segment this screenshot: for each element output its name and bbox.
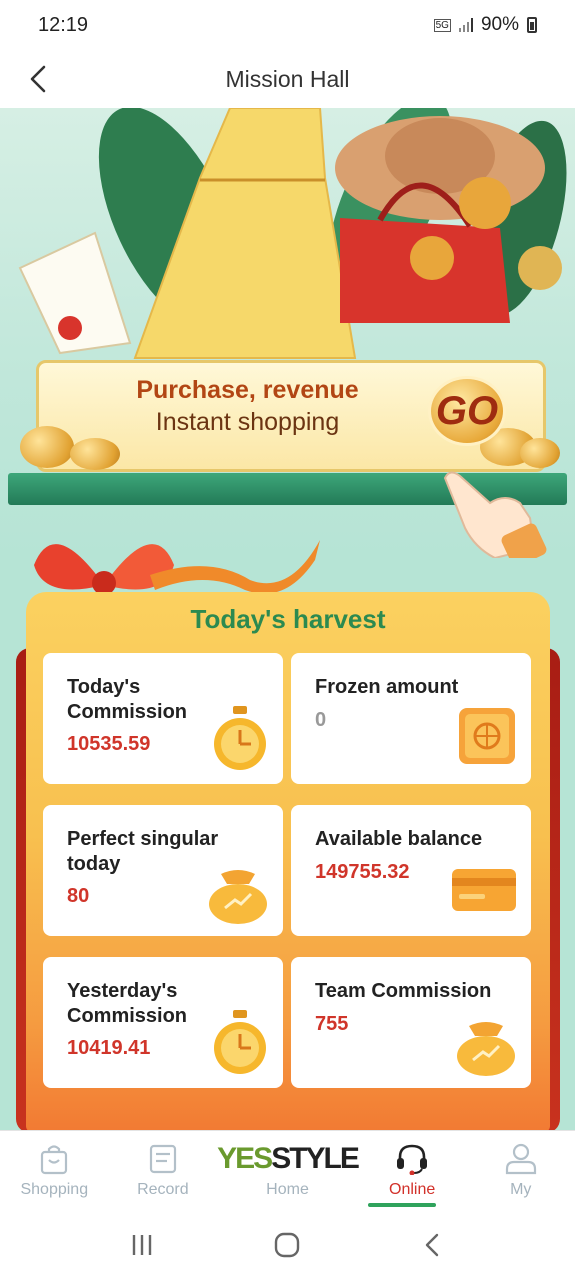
status-icons: 5G 90% — [433, 14, 537, 36]
battery-percent: 90% — [480, 14, 519, 35]
stat-value: 80 — [67, 885, 90, 907]
nav-item-my[interactable]: My — [466, 1131, 575, 1210]
stat-card-yesterday-commission: Yesterday's Commission 10419.41 — [43, 957, 283, 1088]
stat-label: Team Commission — [315, 980, 492, 1002]
status-time: 12:19 — [38, 13, 89, 36]
stat-card-team-commission: Team Commission 755 — [291, 957, 531, 1088]
stat-value: 149755.32 — [315, 861, 410, 883]
go-button[interactable]: GO — [428, 376, 506, 446]
stat-value: 10419.41 — [67, 1037, 151, 1059]
active-tab-indicator — [368, 1203, 436, 1207]
stat-card-available-balance: Available balance 149755.32 — [291, 805, 531, 936]
stat-label: Available balance — [315, 828, 483, 850]
money-bag-icon — [457, 1022, 515, 1076]
stat-value: 755 — [315, 1013, 349, 1035]
nav-label: Shopping — [20, 1181, 89, 1198]
home-button-icon[interactable] — [272, 1230, 302, 1260]
nav-label: My — [510, 1181, 532, 1198]
stat-label: Frozen amount — [315, 676, 459, 698]
money-bag-icon — [209, 870, 267, 924]
recent-apps-icon[interactable] — [128, 1231, 156, 1259]
yesstyle-logo: YESSTYLE — [217, 1142, 360, 1175]
stat-card-frozen-amount: Frozen amount 0 — [291, 653, 531, 784]
harvest-title: Today's harvest — [190, 604, 386, 634]
shopping-bag-icon — [41, 1145, 68, 1175]
stat-value: 0 — [315, 709, 327, 731]
coin-icon — [70, 438, 120, 470]
user-icon — [505, 1143, 536, 1175]
stat-card-perfect-singular: Perfect singular today 80 — [43, 805, 283, 936]
bank-card-icon — [452, 869, 516, 911]
nav-label: Online — [389, 1181, 436, 1198]
nav-item-shopping[interactable]: Shopping — [0, 1131, 109, 1210]
headset-icon — [397, 1144, 428, 1175]
nav-item-home[interactable]: YESSTYLE Home — [217, 1131, 360, 1210]
nav-label: Home — [266, 1181, 309, 1198]
app-header: Mission Hall — [0, 50, 575, 108]
page-title: Mission Hall — [225, 65, 350, 92]
signal-icon — [458, 18, 473, 32]
stat-card-today-commission: Today's Commission 10535.59 — [43, 653, 283, 784]
promo-banner[interactable]: Purchase, revenue Instant shopping GO — [0, 108, 575, 558]
system-nav-bar — [0, 1210, 575, 1280]
network-icon: 5G — [433, 18, 451, 32]
status-bar: 12:19 5G 90% — [0, 0, 575, 50]
back-nav-icon[interactable] — [419, 1231, 447, 1259]
stopwatch-icon — [214, 706, 266, 770]
bottom-nav: Shopping Record YESSTYLE Home Online My — [0, 1130, 575, 1210]
nav-item-record[interactable]: Record — [109, 1131, 218, 1210]
nav-item-online[interactable]: Online — [358, 1131, 467, 1210]
back-arrow-icon[interactable] — [24, 61, 60, 97]
battery-icon — [527, 17, 537, 33]
ribbon-tail-icon — [150, 540, 320, 594]
record-icon — [149, 1144, 176, 1174]
pointing-hand-icon — [443, 471, 547, 558]
stopwatch-icon — [214, 1010, 266, 1074]
nav-label: Record — [137, 1181, 189, 1198]
safe-icon — [459, 708, 515, 764]
stat-value: 10535.59 — [67, 733, 151, 755]
